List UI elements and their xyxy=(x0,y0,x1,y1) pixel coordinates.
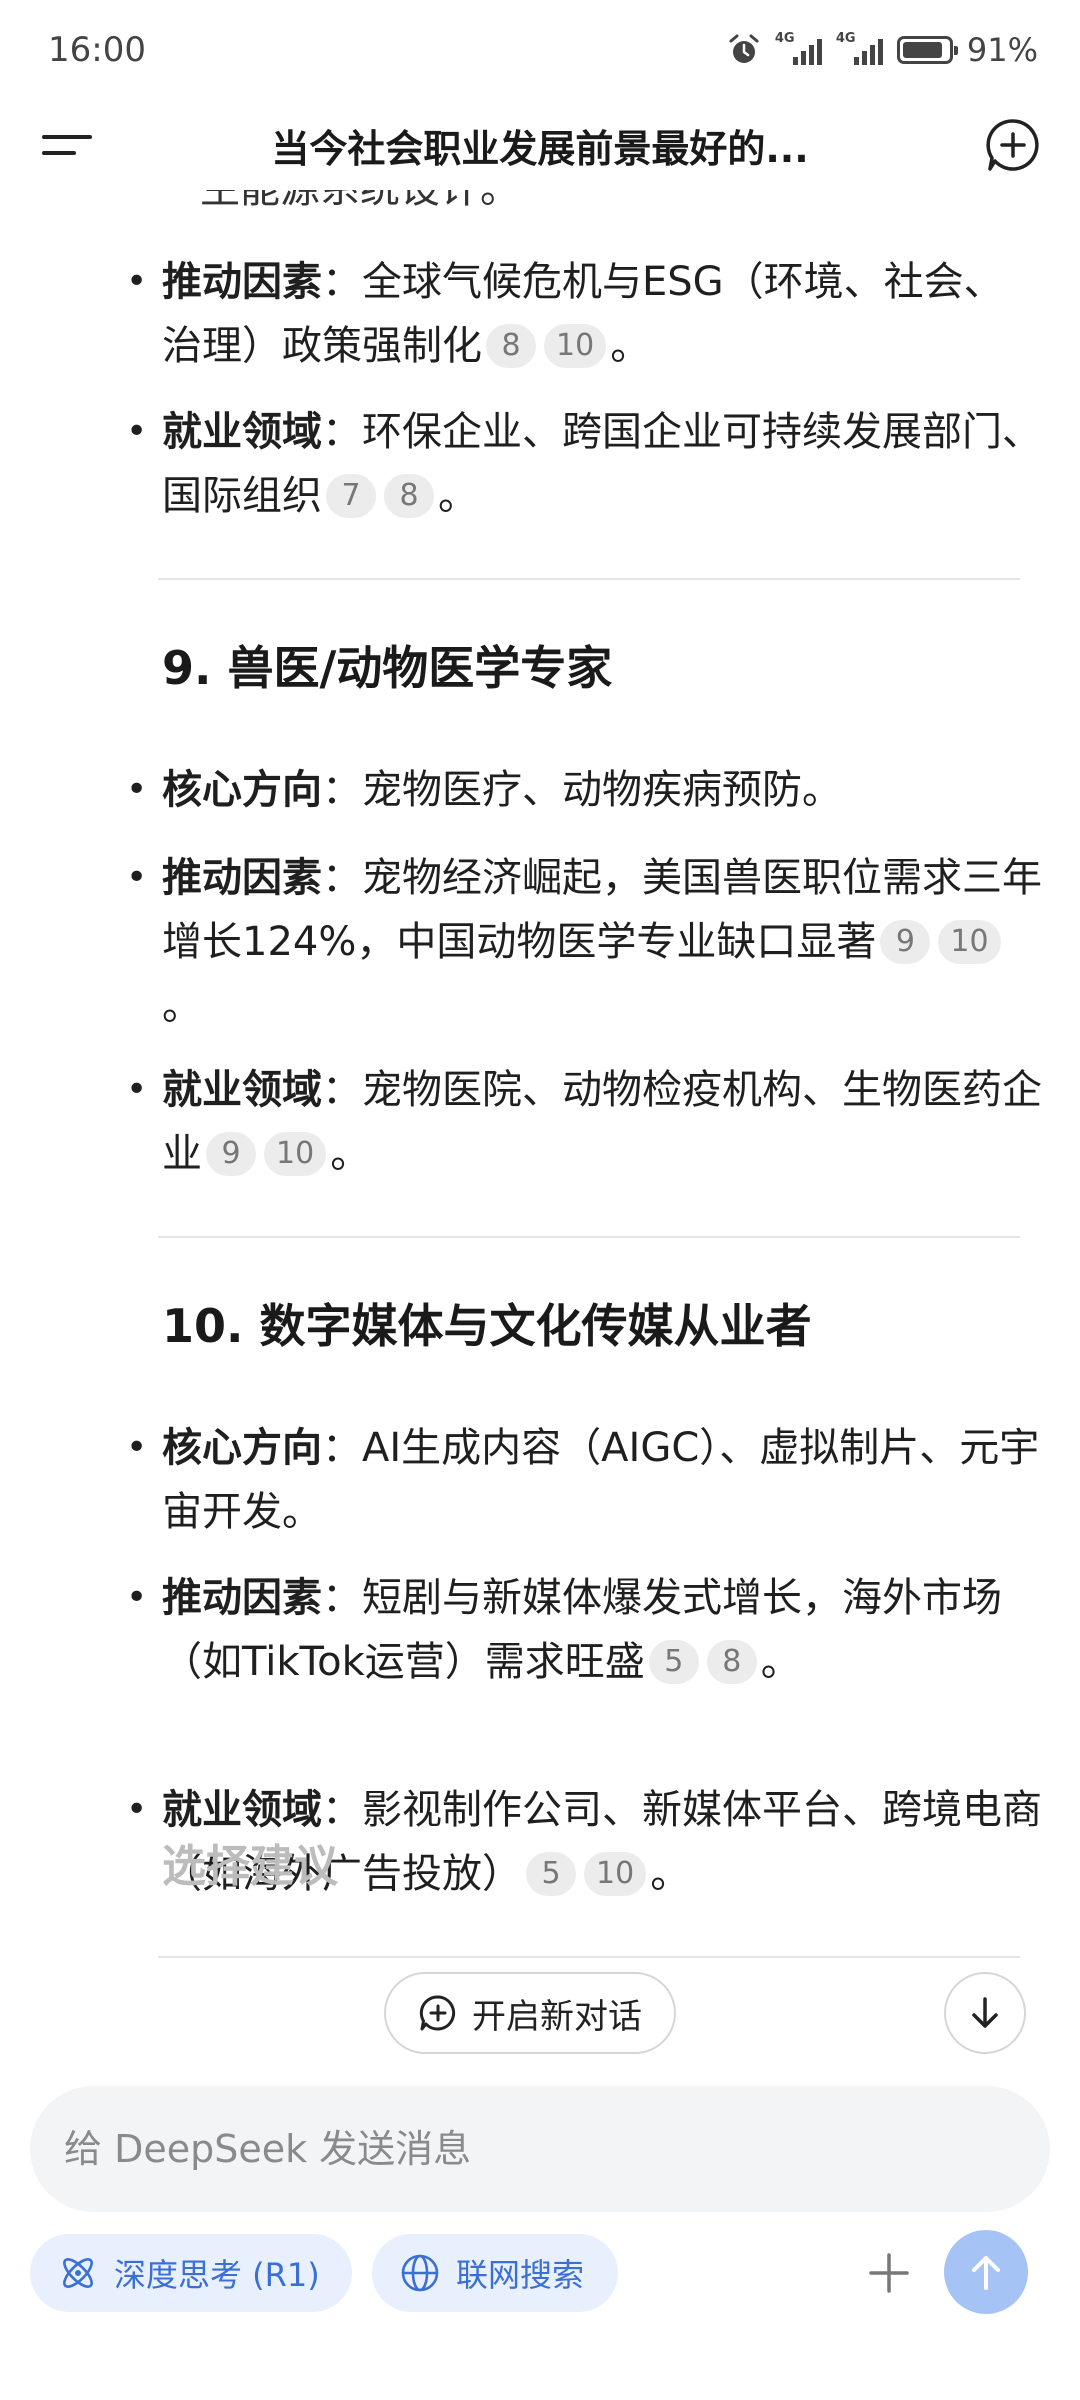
item-label: 推动因素 xyxy=(162,855,322,901)
citation-badge[interactable]: 9 xyxy=(206,1132,256,1176)
atom-icon xyxy=(63,2258,93,2288)
section-title-faded: 选择建议 xyxy=(162,1841,338,1892)
status-icons: 4G 4G 91% xyxy=(727,31,1038,69)
message-input[interactable] xyxy=(64,2127,964,2171)
citation-badge[interactable]: 8 xyxy=(486,324,536,368)
scroll-down-button[interactable] xyxy=(944,1972,1026,2054)
citation-badge[interactable]: 8 xyxy=(384,474,434,518)
partial-text: 生能源系统设计。 xyxy=(200,190,520,214)
chat-title: 当今社会职业发展前景最好的... xyxy=(271,126,809,171)
citation-badge[interactable]: 5 xyxy=(648,1640,699,1684)
globe-icon xyxy=(401,2254,439,2292)
list-item: 推动因素：全球气候危机与ESG（环境、社会、治理）政策强制化810。 xyxy=(126,250,1042,378)
attach-button[interactable] xyxy=(852,2236,926,2310)
section-title: 10. 数字媒体与文化传媒从业者 xyxy=(162,1299,812,1353)
item-label: 推动因素 xyxy=(162,1575,322,1621)
arrow-down-icon xyxy=(972,1997,998,2028)
web-search-label: 联网搜索 xyxy=(456,2256,585,2294)
plus-icon xyxy=(869,2253,909,2293)
status-time: 16:00 xyxy=(48,30,146,70)
alarm-icon xyxy=(729,34,759,63)
signal-icon-1: 4G xyxy=(775,31,822,65)
section-divider xyxy=(158,1956,1020,1958)
chat-message-content: 生能源系统设计。 推动因素：全球气候危机与ESG（环境、社会、治理）政策强制化8… xyxy=(0,190,1080,2040)
new-chat-icon xyxy=(419,1995,456,2031)
section-divider xyxy=(158,578,1020,580)
item-text: ：宠物医疗、动物疾病预防。 xyxy=(322,767,842,813)
citation-badge[interactable]: 10 xyxy=(264,1132,327,1176)
new-chat-button[interactable]: 开启新对话 xyxy=(384,1972,676,2054)
list-item: 就业领域：环保企业、跨国企业可持续发展部门、国际组织78。 xyxy=(126,400,1042,528)
new-chat-icon[interactable] xyxy=(984,116,1042,174)
item-label: 推动因素 xyxy=(162,259,322,305)
citation-badge[interactable]: 7 xyxy=(326,474,376,518)
new-chat-label: 开启新对话 xyxy=(472,1996,642,2037)
section-title: 9. 兽医/动物医学专家 xyxy=(162,641,613,695)
list-item: 推动因素：短剧与新媒体爆发式增长，海外市场（如TikTok运营）需求旺盛58。 xyxy=(126,1566,1042,1694)
item-label: 就业领域 xyxy=(162,409,322,455)
menu-icon[interactable] xyxy=(42,125,96,165)
chat-header: 当今社会职业发展前景最好的... xyxy=(0,100,1080,190)
item-label: 核心方向 xyxy=(162,767,322,813)
message-composer xyxy=(30,2086,1050,2212)
citation-badge[interactable]: 9 xyxy=(880,920,931,964)
arrow-up-icon xyxy=(972,2256,1000,2290)
list-item: 推动因素：宠物经济崛起，美国兽医职位需求三年增长124%，中国动物医学专业缺口显… xyxy=(126,846,1042,1038)
item-label: 就业领域 xyxy=(162,1787,322,1833)
web-search-button[interactable]: 联网搜索 xyxy=(372,2234,618,2312)
deep-think-label: 深度思考 (R1) xyxy=(114,2256,320,2294)
send-button[interactable] xyxy=(944,2230,1028,2314)
battery-percent: 91% xyxy=(966,31,1038,69)
list-item: 核心方向：宠物医疗、动物疾病预防。 xyxy=(126,758,1042,822)
status-bar: 16:00 4G 4G 91% xyxy=(0,0,1080,100)
section-divider xyxy=(158,1236,1020,1238)
composer-toolbar: 深度思考 (R1) 联网搜索 xyxy=(0,2230,1080,2330)
citation-badge[interactable]: 10 xyxy=(544,324,607,368)
citation-badge[interactable]: 10 xyxy=(584,1852,647,1896)
item-label: 核心方向 xyxy=(162,1425,322,1471)
signal-icon-2: 4G xyxy=(836,31,883,65)
list-item: 就业领域：宠物医院、动物检疫机构、生物医药企业910。 xyxy=(126,1058,1042,1186)
item-label: 就业领域 xyxy=(162,1067,322,1113)
list-item: 核心方向：AI生成内容（AIGC）、虚拟制片、元宇宙开发。 xyxy=(126,1416,1042,1544)
deep-think-button[interactable]: 深度思考 (R1) xyxy=(30,2234,352,2312)
citation-badge[interactable]: 5 xyxy=(526,1852,576,1896)
battery-icon xyxy=(896,36,958,64)
citation-badge[interactable]: 8 xyxy=(706,1640,757,1684)
citation-badge[interactable]: 10 xyxy=(938,920,1001,964)
